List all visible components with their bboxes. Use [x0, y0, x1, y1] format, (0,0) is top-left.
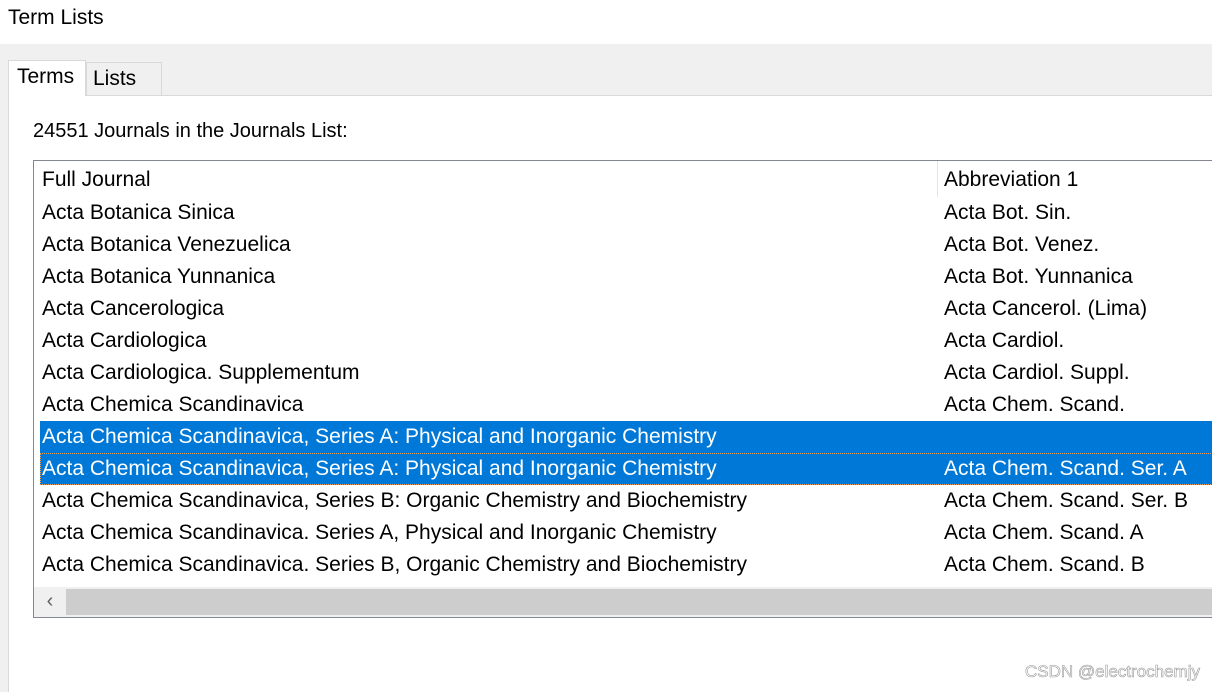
column-divider[interactable] [937, 161, 938, 197]
full-journal-cell: Acta Chemica Scandinavica. Series B, Org… [42, 553, 747, 576]
abbreviation-cell: Acta Chem. Scand. B [944, 553, 1145, 576]
abbreviation-cell: Acta Bot. Sin. [944, 201, 1072, 224]
chevron-left-icon[interactable]: ‹ [34, 587, 66, 617]
full-journal-cell: Acta Botanica Yunnanica [42, 265, 276, 288]
list-header: Full Journal Abbreviation 1 [34, 161, 1212, 197]
full-journal-cell: Acta Chemica Scandinavica, Series B: Org… [42, 489, 747, 512]
abbreviation-cell: Acta Chem. Scand. Ser. A [944, 457, 1187, 480]
list-item[interactable]: Acta Botanica Sinica Acta Bot. Sin. [34, 197, 1212, 229]
journal-list[interactable]: Full Journal Abbreviation 1 Acta Botanic… [33, 160, 1212, 618]
tab-terms[interactable]: Terms [8, 60, 86, 96]
journal-count-label: 24551 Journals in the Journals List: [33, 120, 348, 142]
full-journal-cell: Acta Cardiologica [42, 329, 207, 352]
full-journal-cell: Acta Chemica Scandinavica [42, 393, 304, 416]
abbreviation-cell: Acta Chem. Scand. Ser. B [944, 489, 1188, 512]
list-rows: Acta Botanica Sinica Acta Bot. Sin. Acta B… [34, 197, 1212, 618]
horizontal-scrollbar[interactable]: ‹ [34, 587, 1212, 617]
full-journal-cell: Acta Cardiologica. Supplementum [42, 361, 360, 384]
full-journal-cell: Acta Chemica Scandinavica, Series A: Phy… [42, 425, 717, 448]
list-item[interactable]: Acta Botanica Yunnanica Acta Bot. Yunnani… [34, 261, 1212, 293]
full-journal-cell: Acta Botanica Sinica [42, 201, 235, 224]
dialog-body: Terms Lists 24551 Journals in the Journa… [0, 44, 1212, 692]
full-journal-cell: Acta Chemica Scandinavica. Series A, Phy… [42, 521, 717, 544]
full-journal-cell: Acta Chimica Sinica [42, 617, 229, 618]
list-item[interactable]: Acta Botanica Venezuelica Acta Bot. Venez… [34, 229, 1212, 261]
abbreviation-cell: Acta Bot. Yunnanica [944, 265, 1133, 288]
list-item[interactable]: Acta Chemica Scandinavica. Series A, Phy… [34, 517, 1212, 549]
list-item[interactable]: Acta Chemica Scandinavica, Series B: Org… [34, 485, 1212, 517]
terms-panel: 24551 Journals in the Journals List: Ful… [8, 95, 1212, 692]
list-item[interactable]: Acta Cancerologica Acta Cancerol. (Lima) [34, 293, 1212, 325]
abbreviation-cell: Acta Bot. Venez. [944, 233, 1100, 256]
abbreviation-cell: Acta Cardiol. Suppl. [944, 361, 1130, 384]
full-journal-cell: Acta Chemica Scandinavica, Series A: Phy… [42, 457, 717, 480]
list-item[interactable]: Acta Chemica Scandinavica. Series B, Org… [34, 549, 1212, 581]
tab-lists[interactable]: Lists [86, 62, 162, 96]
scrollbar-thumb[interactable] [66, 589, 1212, 615]
abbreviation-cell: Acta Chim. Sin. [944, 617, 1089, 618]
list-item[interactable]: Acta Cardiologica Acta Cardiol. [34, 325, 1212, 357]
column-header-full-journal[interactable]: Full Journal [42, 168, 151, 192]
abbreviation-cell: Acta Chem. Scand. [944, 393, 1125, 416]
list-item[interactable]: Acta Chemica Scandinavica, Series A: Phy… [40, 453, 1212, 485]
watermark: CSDN @electrochemjy [1024, 662, 1201, 682]
abbreviation-cell: Acta Cardiol. [944, 329, 1065, 352]
column-header-abbreviation-1[interactable]: Abbreviation 1 [944, 168, 1078, 192]
list-item[interactable]: Acta Cardiologica. Supplementum Acta Card… [34, 357, 1212, 389]
window-title: Term Lists [8, 6, 104, 29]
list-item[interactable]: Acta Chemica Scandinavica, Series A: Phy… [40, 421, 1212, 453]
abbreviation-cell: Acta Chem. Scand. A [944, 521, 1144, 544]
full-journal-cell: Acta Cancerologica [42, 297, 225, 320]
title-bar: Term Lists [0, 0, 1212, 44]
list-item[interactable]: Acta Chemica Scandinavica Acta Chem. Scan… [34, 389, 1212, 421]
abbreviation-cell: Acta Cancerol. (Lima) [944, 297, 1148, 320]
full-journal-cell: Acta Botanica Venezuelica [42, 233, 291, 256]
